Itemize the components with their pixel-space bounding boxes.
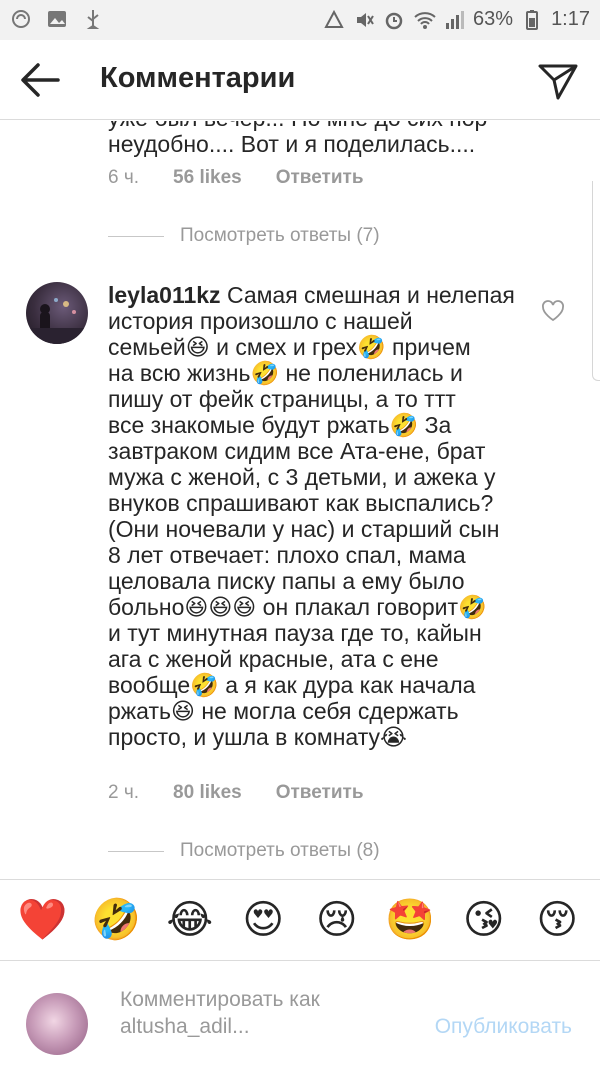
battery-percent: 63% xyxy=(473,8,514,30)
heart-outline-icon xyxy=(542,300,564,322)
emoji-kissing-button[interactable]: 😚 xyxy=(531,894,583,946)
mute-icon xyxy=(353,9,375,31)
comment-line: внуков спрашивают как выспались? xyxy=(108,490,494,516)
clock: 1:17 xyxy=(551,8,590,30)
signal-icon xyxy=(443,9,465,31)
status-bar: 63% 1:17 xyxy=(0,0,600,40)
emoji-heart-button[interactable]: ❤️ xyxy=(17,894,69,946)
emoji-quick-bar: ❤️ 🤣 😂 😍 😢 🤩 😘 😚 xyxy=(0,879,600,961)
emoji-sad-button[interactable]: 😢 xyxy=(311,894,363,946)
view-replies-label: Посмотреть ответы (7) xyxy=(180,225,380,246)
data-saver-icon xyxy=(323,9,345,31)
reply-button[interactable]: Ответить xyxy=(276,167,364,189)
divider xyxy=(108,850,164,852)
comment-body: leyla011kz Самая смешная и нелепая истор… xyxy=(108,282,528,750)
comment-line: целовала писку папы а ему было xyxy=(108,568,465,594)
comment-line: Самая смешная и нелепая xyxy=(226,282,515,308)
comment-line: просто, и ушла в комнату😭 xyxy=(108,724,407,750)
likes-count[interactable]: 56 likes xyxy=(173,167,242,189)
divider xyxy=(108,235,164,237)
comment-meta: 2 ч. 80 likes Ответить xyxy=(108,782,398,804)
comment-line: пишу от фейк страницы, а то ттт xyxy=(108,386,456,412)
comment-line: ага с женой красные, ата с ене xyxy=(108,646,439,672)
my-avatar xyxy=(26,993,88,1055)
comment-username[interactable]: leyla011kz xyxy=(108,282,221,308)
emoji-heart-eyes-button[interactable]: 😍 xyxy=(237,894,289,946)
share-button[interactable] xyxy=(536,58,580,102)
comment-line: семьей😆 и смех и грех🤣 причем xyxy=(108,334,471,360)
battery-icon xyxy=(521,9,543,31)
comment-line: неудобно.... Вот и я поделилась.... xyxy=(108,131,476,157)
comment-line: все знакомые будут ржать🤣 За xyxy=(108,412,452,438)
paper-plane-icon xyxy=(538,64,578,100)
swirl-app-icon xyxy=(10,8,32,30)
reply-button[interactable]: Ответить xyxy=(276,782,364,804)
comment-line: (Они ночевали у нас) и старший сын xyxy=(108,516,500,542)
page-title: Комментарии xyxy=(100,62,296,94)
header: Комментарии xyxy=(0,40,600,120)
comment-line: ржать😆 не могла себя сдержать xyxy=(108,698,459,724)
comment-time: 6 ч. xyxy=(108,167,140,188)
comment-first-line: leyla011kz Самая смешная и нелепая xyxy=(108,282,528,308)
comment-line: завтраком сидим все Ата-ене, брат xyxy=(108,438,486,464)
emoji-joy-button[interactable]: 😂 xyxy=(164,894,216,946)
likes-count[interactable]: 80 likes xyxy=(173,782,242,804)
comment-composer: Комментировать как altusha_adil... Опубл… xyxy=(0,962,600,1066)
comment-time: 2 ч. xyxy=(108,782,140,803)
wifi-icon xyxy=(413,9,436,31)
comment-line: мужа с женой, с 3 детьми, и ажека у xyxy=(108,464,496,490)
emoji-rofl-button[interactable]: 🤣 xyxy=(90,894,142,946)
view-replies-link[interactable]: Посмотреть ответы (7) xyxy=(108,225,380,247)
emoji-kiss-button[interactable]: 😘 xyxy=(458,894,510,946)
previous-comment-meta: 6 ч. 56 likes Ответить xyxy=(108,167,398,189)
emoji-star-struck-button[interactable]: 🤩 xyxy=(384,894,436,946)
comment-line: история произошло с нашей xyxy=(108,308,413,334)
previous-comment-text: уже был вечер... Но мне до сих пор неудо… xyxy=(108,121,568,157)
status-system: 63% 1:17 xyxy=(323,8,590,31)
avatar-photo xyxy=(26,298,88,344)
status-notifications xyxy=(10,8,104,30)
view-replies-label: Посмотреть ответы (8) xyxy=(180,840,380,861)
comment-line: 8 лет отвечает: плохо спал, мама xyxy=(108,542,466,568)
comment-line: уже был вечер... Но мне до сих пор xyxy=(108,121,568,131)
scrollbar[interactable] xyxy=(592,181,600,381)
view-replies-link[interactable]: Посмотреть ответы (8) xyxy=(108,840,380,862)
comments-list[interactable]: уже был вечер... Но мне до сих пор неудо… xyxy=(0,121,600,879)
like-button[interactable] xyxy=(540,299,566,323)
comment-line: больно😆😆😆 он плакал говорит🤣 xyxy=(108,594,487,620)
alarm-icon xyxy=(383,9,405,31)
back-button[interactable] xyxy=(18,60,62,100)
comment-input[interactable]: Комментировать как altusha_adil... xyxy=(120,986,390,1040)
comment-line: и тут минутная пауза где то, кайын xyxy=(108,620,482,646)
usb-icon xyxy=(82,8,104,30)
comment-line: на всю жизнь🤣 не поленилась и xyxy=(108,360,463,386)
publish-button[interactable]: Опубликовать xyxy=(435,1015,572,1039)
comment-line: вообще🤣 а я как дура как начала xyxy=(108,672,476,698)
avatar[interactable] xyxy=(26,282,88,344)
arrow-left-icon xyxy=(21,63,60,97)
gallery-icon xyxy=(46,8,68,30)
